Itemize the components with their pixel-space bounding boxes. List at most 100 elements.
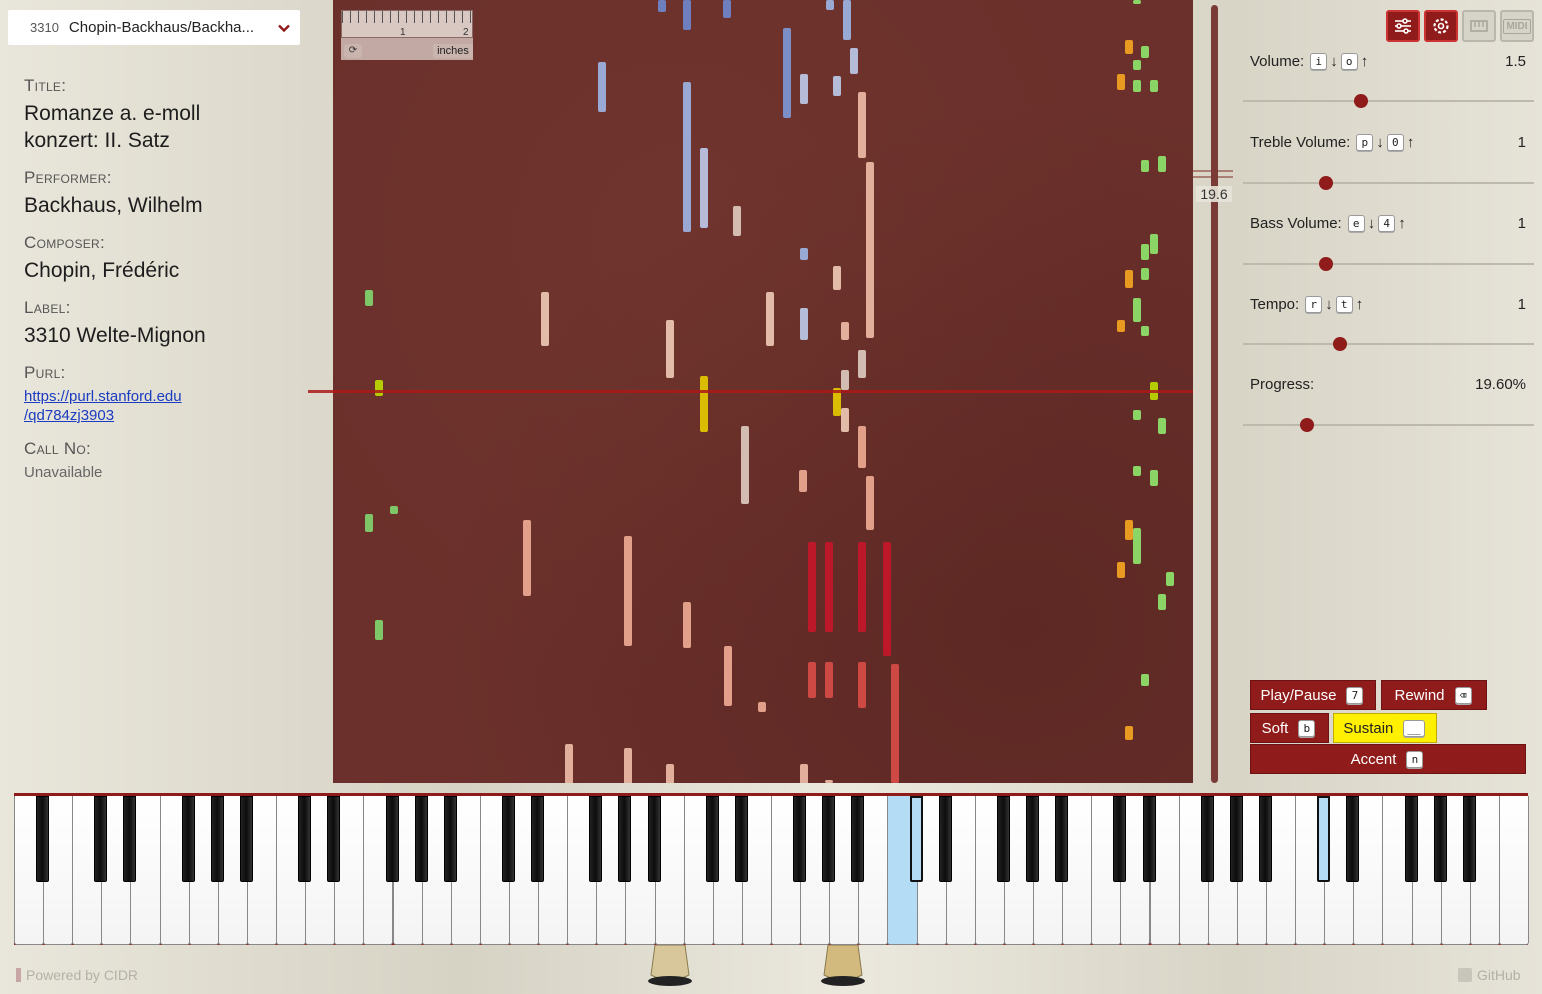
roll-number: 3310 — [30, 20, 59, 35]
black-key[interactable] — [822, 796, 836, 882]
black-key[interactable] — [94, 796, 108, 882]
roll-note — [1158, 594, 1166, 610]
bass-volume-label: Bass Volume: — [1250, 214, 1342, 232]
black-key[interactable] — [1346, 796, 1360, 882]
roll-scroll-slider[interactable] — [1211, 5, 1218, 783]
roll-note — [523, 520, 531, 596]
roll-note — [758, 702, 766, 712]
ruler-units[interactable]: inches — [433, 44, 473, 58]
tempo-value: 1 — [1517, 295, 1526, 313]
black-key[interactable] — [1404, 796, 1418, 882]
black-key[interactable] — [647, 796, 661, 882]
bass-volume-slider[interactable] — [1243, 257, 1534, 271]
settings-button[interactable] — [1424, 10, 1458, 42]
github-icon — [1458, 968, 1472, 982]
black-key[interactable] — [618, 796, 632, 882]
powered-by-link[interactable]: Powered by CIDR — [16, 967, 138, 983]
treble-volume-slider[interactable] — [1243, 176, 1534, 190]
black-key[interactable] — [1142, 796, 1156, 882]
black-key[interactable] — [1055, 796, 1069, 882]
keyboard-icon — [1470, 20, 1488, 32]
black-key[interactable] — [1113, 796, 1127, 882]
black-key[interactable] — [1317, 796, 1331, 882]
bass-slider-thumb[interactable] — [1318, 257, 1333, 271]
github-link[interactable]: GitHub — [1458, 967, 1521, 983]
callno-label: Call No: — [24, 439, 92, 458]
arrow-up-icon: ↑ — [1355, 295, 1364, 313]
black-key[interactable] — [1026, 796, 1040, 882]
purl-link[interactable]: https://purl.stanford.edu/qd784zj3903 — [24, 387, 314, 425]
black-key[interactable] — [589, 796, 603, 882]
piano-keys — [14, 796, 1529, 945]
tempo-up-key: t — [1335, 295, 1353, 313]
midi-button[interactable]: MIDI — [1500, 10, 1534, 42]
volume-slider-thumb[interactable] — [1353, 94, 1368, 108]
black-key[interactable] — [705, 796, 719, 882]
roll-title: Chopin-Backhaus/Backha... — [68, 19, 255, 36]
roll-note — [365, 514, 373, 532]
black-key[interactable] — [851, 796, 865, 882]
black-key[interactable] — [414, 796, 428, 882]
black-key[interactable] — [1433, 796, 1447, 882]
chevron-down-icon — [278, 24, 290, 32]
black-key[interactable] — [327, 796, 341, 882]
bass-up-key: 4 — [1378, 214, 1396, 232]
black-key[interactable] — [181, 796, 195, 882]
sustain-label: Sustain — [1343, 719, 1394, 737]
black-key[interactable] — [239, 796, 253, 882]
roll-note — [1141, 244, 1149, 260]
soft-pedal-button[interactable]: Soft b — [1250, 713, 1329, 743]
black-key[interactable] — [298, 796, 312, 882]
ruler-tick-1: 1 — [400, 27, 406, 38]
accent-button[interactable]: Accent n — [1250, 744, 1526, 774]
roll-note — [850, 48, 858, 74]
roll-note — [841, 370, 849, 390]
roll-note — [1125, 726, 1133, 740]
black-key[interactable] — [996, 796, 1010, 882]
black-key[interactable] — [1229, 796, 1243, 882]
play-pause-button[interactable]: Play/Pause 7 — [1250, 680, 1376, 710]
roll-note — [843, 0, 851, 40]
black-key[interactable] — [793, 796, 807, 882]
black-key[interactable] — [385, 796, 399, 882]
sustain-pedal-icon[interactable] — [818, 945, 868, 990]
black-key[interactable] — [1258, 796, 1272, 882]
roll-select[interactable]: 3310 Chopin-Backhaus/Backha... — [8, 10, 300, 45]
black-key[interactable] — [123, 796, 137, 882]
white-key[interactable] — [1498, 796, 1529, 945]
black-key[interactable] — [531, 796, 545, 882]
black-key[interactable] — [501, 796, 515, 882]
tempo-slider[interactable] — [1243, 337, 1534, 351]
progress-slider-thumb[interactable] — [1300, 418, 1315, 432]
black-key[interactable] — [443, 796, 457, 882]
roll-note — [825, 780, 833, 783]
black-key[interactable] — [909, 796, 923, 882]
roll-note — [723, 0, 731, 18]
roll-note — [800, 74, 808, 104]
roll-note — [825, 542, 833, 632]
black-key[interactable] — [36, 796, 50, 882]
soft-pedal-icon[interactable] — [645, 945, 695, 990]
tempo-slider-thumb[interactable] — [1333, 337, 1348, 351]
volume-down-key: i — [1310, 52, 1328, 70]
treble-slider-thumb[interactable] — [1318, 176, 1333, 190]
arrow-up-icon: ↑ — [1360, 52, 1369, 70]
refresh-icon[interactable]: ⟳ — [344, 44, 362, 58]
roll-note — [833, 266, 841, 290]
progress-slider[interactable] — [1243, 418, 1534, 432]
sustain-pedal-button[interactable]: Sustain __ — [1333, 713, 1437, 743]
black-key[interactable] — [1200, 796, 1214, 882]
black-key[interactable] — [938, 796, 952, 882]
roll-note — [1133, 298, 1141, 322]
performer-value: Backhaus, Wilhelm — [24, 194, 203, 217]
volume-slider[interactable] — [1243, 94, 1534, 108]
black-key[interactable] — [210, 796, 224, 882]
roll-note — [683, 82, 691, 232]
black-key[interactable] — [1462, 796, 1476, 882]
audio-settings-button[interactable] — [1386, 10, 1420, 42]
black-key[interactable] — [734, 796, 748, 882]
keyboard-toggle-button[interactable] — [1462, 10, 1496, 42]
rewind-button[interactable]: Rewind ⌫ — [1381, 680, 1487, 710]
accent-key: n — [1406, 750, 1424, 768]
arrow-down-icon: ↓ — [1330, 52, 1338, 70]
